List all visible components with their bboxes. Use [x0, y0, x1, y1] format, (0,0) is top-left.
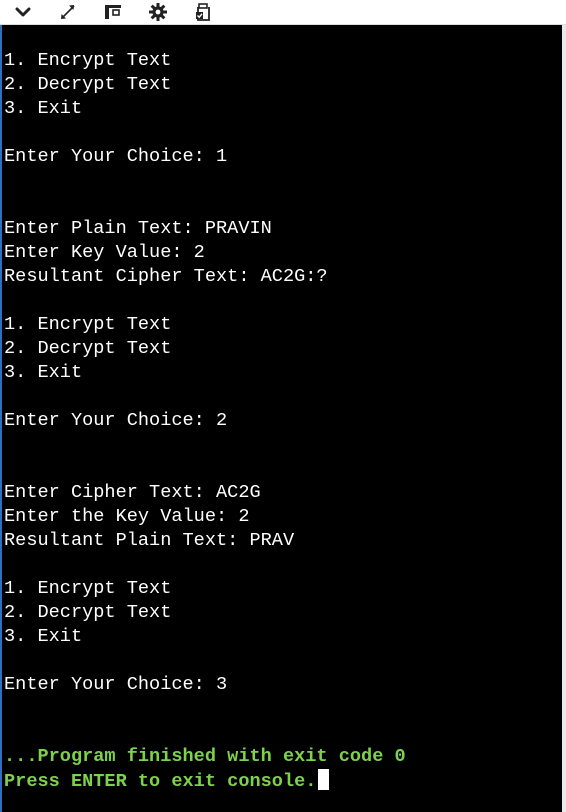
console-line: Enter Your Choice: 2: [4, 409, 406, 433]
console-line: 1. Encrypt Text: [4, 313, 406, 337]
console-line-text: 3. Exit: [4, 98, 83, 119]
console-line-text: 2. Decrypt Text: [4, 338, 172, 359]
console-line-text: 3. Exit: [4, 362, 83, 383]
console-line: Enter the Key Value: 2: [4, 505, 406, 529]
console-line: 3. Exit: [4, 97, 406, 121]
console-left-border: [0, 25, 2, 812]
chevron-down-icon: [14, 5, 32, 19]
layout-icon: [103, 3, 123, 21]
text-cursor: [318, 769, 330, 790]
console-line-text: Enter Key Value: 2: [4, 242, 205, 263]
console-line-text: 1. Encrypt Text: [4, 578, 172, 599]
expand-button[interactable]: [50, 0, 86, 24]
console-line-text: Resultant Plain Text: PRAV: [4, 530, 295, 551]
collapse-button[interactable]: [5, 0, 41, 24]
console-line-text: 3. Exit: [4, 626, 83, 647]
status-line: Press ENTER to exit console.: [4, 769, 406, 793]
console-line: 1. Encrypt Text: [4, 49, 406, 73]
console-line-text: Enter Your Choice: 3: [4, 674, 228, 695]
console-line-text: 2. Decrypt Text: [4, 74, 172, 95]
console-line: 2. Decrypt Text: [4, 601, 406, 625]
console-line: Enter Key Value: 2: [4, 241, 406, 265]
console-line-text: 1. Encrypt Text: [4, 314, 172, 335]
expand-arrows-icon: [58, 3, 78, 21]
console-line-text: 2. Decrypt Text: [4, 602, 172, 623]
console-line: 2. Decrypt Text: [4, 337, 406, 361]
console-line-text: Resultant Cipher Text: AC2G:?: [4, 266, 328, 287]
console-line-text: Press ENTER to exit console.: [4, 771, 317, 792]
gear-icon: [148, 2, 168, 22]
console-line-text: Enter the Key Value: 2: [4, 506, 250, 527]
console-line: Resultant Plain Text: PRAV: [4, 529, 406, 553]
console-line-text: Enter Cipher Text: AC2G: [4, 482, 261, 503]
status-line: ...Program finished with exit code 0: [4, 745, 406, 769]
console-lines: 1. Encrypt Text 2. Decrypt Text 3. Exit Ent…: [4, 49, 406, 793]
copy-button[interactable]: [185, 0, 221, 24]
layout-button[interactable]: [95, 0, 131, 24]
console-line: 3. Exit: [4, 361, 406, 385]
settings-button[interactable]: [140, 0, 176, 24]
console-line: 1. Encrypt Text: [4, 577, 406, 601]
console-line: Resultant Cipher Text: AC2G:?: [4, 265, 406, 289]
console-line: Enter Your Choice: 3: [4, 673, 406, 697]
console-line: 2. Decrypt Text: [4, 73, 406, 97]
clipboard-icon: [193, 2, 213, 22]
console-output[interactable]: 1. Encrypt Text 2. Decrypt Text 3. Exit Ent…: [0, 25, 562, 812]
console-line: Enter Plain Text: PRAVIN: [4, 217, 406, 241]
console-line-text: ...Program finished with exit code 0: [4, 746, 406, 767]
console-line-text: 1. Encrypt Text: [4, 50, 172, 71]
console-toolbar: [0, 0, 566, 25]
console-scrollbar[interactable]: [562, 25, 566, 812]
console-line: Enter Your Choice: 1: [4, 145, 406, 169]
console-line-text: Enter Your Choice: 1: [4, 146, 228, 167]
console-line-text: Enter Plain Text: PRAVIN: [4, 218, 272, 239]
console-line-text: Enter Your Choice: 2: [4, 410, 228, 431]
console-line: 3. Exit: [4, 625, 406, 649]
console-line: Enter Cipher Text: AC2G: [4, 481, 406, 505]
